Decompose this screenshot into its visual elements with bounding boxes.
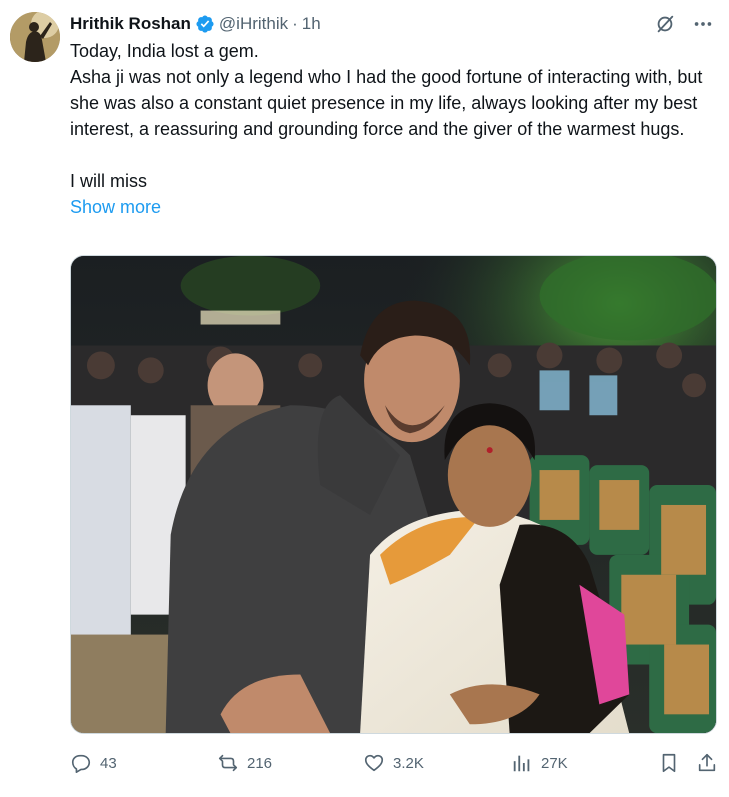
repost-button[interactable]: 216 <box>217 752 272 774</box>
tweet-card[interactable]: Hrithik Roshan @iHrithik · 1h Today, Ind… <box>0 0 729 797</box>
tweet-text: Today, India lost a gem. Asha ji was not… <box>70 38 720 220</box>
tweet-line-3 <box>70 142 720 168</box>
show-more-link[interactable]: Show more <box>70 194 161 220</box>
repost-count: 216 <box>247 754 273 772</box>
tweet-line-4: I will miss <box>70 171 147 191</box>
separator-dot: · <box>292 14 298 33</box>
heart-icon <box>364 754 384 772</box>
tweet-line-1: Today, India lost a gem. <box>70 41 259 61</box>
author-handle[interactable]: @iHrithik <box>219 14 288 34</box>
share-icon <box>698 753 716 772</box>
tweet-header: Hrithik Roshan @iHrithik · 1h <box>70 13 321 35</box>
views-count: 27K <box>541 754 568 772</box>
tweet-line-2: Asha ji was not only a legend who I had … <box>70 67 703 139</box>
repost-icon <box>218 754 238 772</box>
author-name[interactable]: Hrithik Roshan <box>70 14 191 34</box>
tweet-photo[interactable] <box>70 255 717 734</box>
more-options-icon[interactable] <box>691 12 715 36</box>
bookmark-button[interactable] <box>658 752 680 774</box>
tweet-timestamp[interactable]: 1h <box>302 14 321 34</box>
grok-icon[interactable] <box>653 12 677 36</box>
like-button[interactable]: 3.2K <box>363 752 424 774</box>
tweet-actions: 43 216 3.2K 27K <box>70 752 720 778</box>
views-chart-icon <box>513 755 530 772</box>
verified-badge-icon[interactable] <box>195 14 215 34</box>
share-button[interactable] <box>696 752 718 774</box>
views-button[interactable]: 27K <box>511 752 568 774</box>
tweet-top-actions <box>653 12 715 36</box>
author-avatar[interactable] <box>10 12 60 62</box>
reply-count: 43 <box>100 754 117 772</box>
reply-button[interactable]: 43 <box>70 752 117 774</box>
reply-icon <box>71 754 91 773</box>
bookmark-icon <box>662 753 676 773</box>
like-count: 3.2K <box>393 754 424 772</box>
